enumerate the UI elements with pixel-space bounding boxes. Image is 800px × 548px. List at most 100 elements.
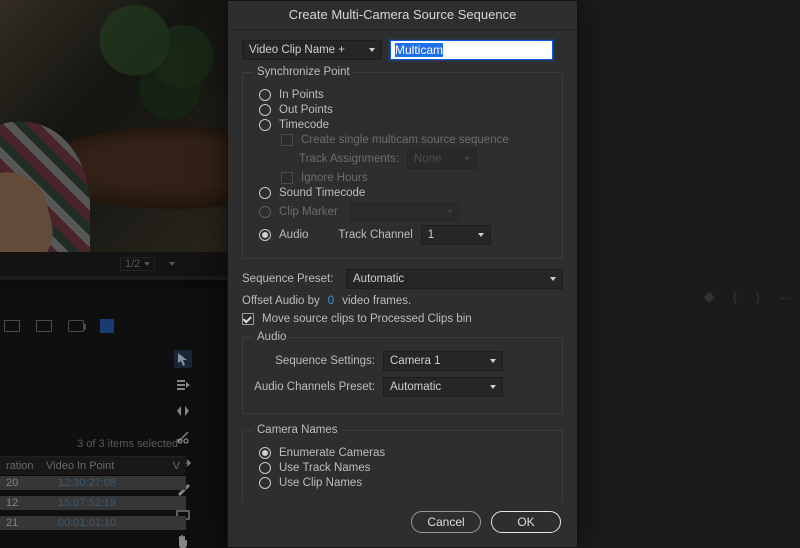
table-row[interactable]: 2100:01:01:10 (0, 516, 186, 530)
panel-icon[interactable] (4, 320, 20, 332)
col-header[interactable]: V (167, 457, 186, 475)
panel-divider (0, 280, 230, 288)
radio-label: Enumerate Cameras (279, 447, 385, 459)
sequence-settings-dropdown[interactable]: Camera 1 (383, 351, 503, 371)
radio-icon (259, 89, 271, 101)
new-item-icon[interactable] (100, 319, 114, 333)
group-legend: Camera Names (253, 424, 342, 436)
track-assignments-dropdown: None (407, 149, 477, 169)
cell: 20 (0, 477, 40, 489)
synchronize-point-group: Synchronize Point In Points Out Points T… (242, 66, 563, 259)
sequence-preset-dropdown[interactable]: Automatic (346, 269, 563, 289)
radio-timecode[interactable]: Timecode (259, 119, 552, 131)
radio-icon (259, 447, 271, 459)
cancel-button[interactable]: Cancel (411, 511, 481, 533)
cell-timecode: 12:30:27:08 (48, 477, 116, 489)
bracket-open-icon[interactable]: { (733, 288, 738, 305)
marker-icon[interactable]: ◆ (704, 288, 715, 305)
radio-label: Sound Timecode (279, 187, 365, 199)
radio-icon (259, 187, 271, 199)
checkbox-create-single: Create single multicam source sequence (281, 134, 552, 146)
selection-tool-icon[interactable] (174, 350, 192, 368)
checkbox-label: Create single multicam source sequence (301, 134, 509, 146)
sequence-name-input[interactable] (390, 40, 553, 60)
cell: 12 (0, 497, 40, 509)
dropdown-value: Automatic (390, 381, 441, 393)
checkbox-icon (242, 313, 254, 325)
dialog-button-row: Cancel OK (228, 501, 577, 547)
radio-icon (259, 206, 271, 218)
col-header[interactable]: Video In Point (40, 457, 120, 475)
monitor-controls: 1/2 (0, 252, 230, 276)
offset-audio-row: Offset Audio by 0 video frames. (242, 295, 563, 307)
radio-in-points[interactable]: In Points (259, 89, 552, 101)
table-row[interactable]: 20 12:30:27:08 (0, 476, 186, 490)
zoom-value: 1/2 (125, 258, 140, 270)
radio-icon (259, 104, 271, 116)
radio-out-points[interactable]: Out Points (259, 104, 552, 116)
cell-timecode: 15:07:52:19 (48, 497, 116, 509)
camera-icon[interactable] (68, 320, 84, 332)
create-multicam-dialog: Create Multi-Camera Source Sequence Vide… (227, 0, 578, 548)
project-columns: ration Video In Point V (0, 456, 186, 476)
dropdown-value: None (414, 153, 442, 165)
radio-label: Clip Marker (279, 206, 338, 218)
radio-use-track-names[interactable]: Use Track Names (259, 462, 552, 474)
track-select-tool-icon[interactable] (174, 376, 192, 394)
ok-button[interactable]: OK (491, 511, 561, 533)
cell-timecode: 00:01:01:10 (48, 517, 116, 529)
radio-icon (259, 119, 271, 131)
checkbox-icon (281, 172, 293, 184)
panel-icon-strip (0, 314, 180, 338)
dropdown-value: Automatic (353, 273, 404, 285)
audio-group: Audio Sequence Settings: Camera 1 Audio … (242, 331, 563, 414)
offset-value[interactable]: 0 (328, 295, 334, 307)
dropdown-value: 1 (428, 229, 434, 241)
radio-clip-marker: Clip Marker (259, 202, 552, 222)
dialog-title: Create Multi-Camera Source Sequence (228, 1, 577, 30)
panel-icon[interactable] (36, 320, 52, 332)
track-assignments-row: Track Assignments: None (299, 149, 552, 169)
radio-label: Use Clip Names (279, 477, 362, 489)
camera-names-group: Camera Names Enumerate Cameras Use Track… (242, 424, 563, 501)
radio-label: Out Points (279, 104, 333, 116)
selection-info: 3 of 3 items selected (0, 434, 186, 456)
radio-icon (259, 229, 271, 241)
text: video frames. (342, 295, 411, 307)
checkbox-move-clips[interactable]: Move source clips to Processed Clips bin (242, 313, 563, 325)
radio-label: Use Track Names (279, 462, 370, 474)
group-legend: Synchronize Point (253, 66, 354, 78)
timeline-nav-icons: ◆ { } ← (704, 288, 792, 305)
field-label: Track Assignments: (299, 153, 399, 165)
arrow-left-icon[interactable]: ← (778, 288, 792, 305)
radio-label: Timecode (279, 119, 329, 131)
radio-sound-timecode[interactable]: Sound Timecode (259, 187, 552, 199)
name-mode-dropdown[interactable]: Video Clip Name + (242, 40, 382, 60)
radio-use-clip-names[interactable]: Use Clip Names (259, 477, 552, 489)
dropdown-value: Camera 1 (390, 355, 441, 367)
zoom-dropdown[interactable]: 1/2 (120, 257, 155, 271)
clip-marker-dropdown (350, 202, 460, 222)
radio-label: Audio (279, 229, 308, 241)
checkbox-ignore-hours: Ignore Hours (281, 172, 552, 184)
track-channel-dropdown[interactable]: 1 (421, 225, 491, 245)
ripple-edit-tool-icon[interactable] (174, 402, 192, 420)
sequence-preset-label: Sequence Preset: (242, 273, 338, 285)
radio-audio[interactable]: Audio Track Channel 1 (259, 225, 552, 245)
audio-channels-dropdown[interactable]: Automatic (383, 377, 503, 397)
field-label: Track Channel (338, 229, 412, 241)
project-panel: 3 of 3 items selected ration Video In Po… (0, 434, 186, 544)
radio-enumerate-cameras[interactable]: Enumerate Cameras (259, 447, 552, 459)
checkbox-label: Ignore Hours (301, 172, 367, 184)
checkbox-icon (281, 134, 293, 146)
group-legend: Audio (253, 331, 290, 343)
program-monitor (0, 0, 230, 252)
radio-icon (259, 477, 271, 489)
radio-icon (259, 462, 271, 474)
checkbox-label: Move source clips to Processed Clips bin (262, 313, 472, 325)
col-header[interactable]: ration (0, 457, 40, 475)
bracket-close-icon[interactable]: } (755, 288, 760, 305)
name-mode-label: Video Clip Name + (249, 44, 345, 56)
chevron-down-icon (169, 262, 175, 266)
table-row[interactable]: 12 15:07:52:19 (0, 496, 186, 510)
